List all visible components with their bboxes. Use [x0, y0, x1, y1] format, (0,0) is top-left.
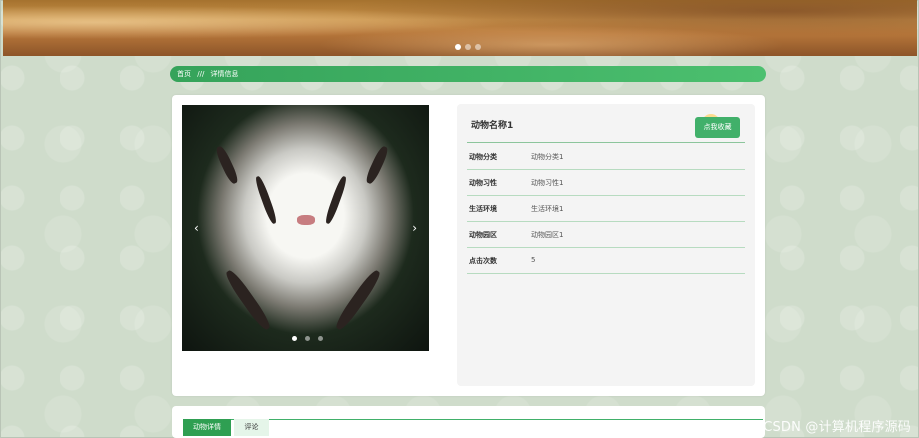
field-label: 点击次数 — [469, 257, 497, 265]
image-dot-2[interactable] — [305, 336, 311, 341]
field-label: 动物园区 — [469, 231, 497, 239]
info-row-category: 动物分类 动物分类1 — [467, 143, 745, 170]
image-dot-3[interactable] — [318, 336, 324, 341]
breadcrumb: 首页 /// 详情信息 — [170, 66, 766, 82]
animal-image-carousel[interactable]: ‹ › — [182, 105, 429, 351]
field-label: 生活环境 — [469, 205, 497, 213]
banner-carousel[interactable] — [3, 0, 917, 56]
field-value: 动物分类1 — [531, 153, 564, 161]
tab-animal-detail[interactable]: 动物详情 — [183, 419, 231, 436]
image-slider-dots — [292, 326, 326, 345]
info-row-habit: 动物习性 动物习性1 — [467, 169, 745, 196]
field-label: 动物分类 — [469, 153, 497, 161]
tabs-card: 动物详情 评论 — [172, 406, 765, 438]
image-next-arrow-icon[interactable]: › — [412, 221, 417, 235]
field-value: 动物习性1 — [531, 179, 564, 187]
animal-name-title: 动物名称1 — [471, 121, 514, 131]
field-value: 动物园区1 — [531, 231, 564, 239]
favorite-button[interactable]: 点我收藏 — [695, 117, 740, 138]
breadcrumb-home-link[interactable]: 首页 — [177, 70, 191, 78]
image-dot-1[interactable] — [292, 336, 297, 341]
detail-card: ‹ › 动物名称1 点我收藏 动物分类 动物分类1 动物习性 动物习性1 生活环… — [172, 95, 765, 396]
watermark-text: CSDN @计算机程序源码 — [763, 420, 911, 435]
tab-comments[interactable]: 评论 — [234, 419, 269, 436]
animal-info-panel: 动物名称1 点我收藏 动物分类 动物分类1 动物习性 动物习性1 生活环境 生活… — [457, 104, 755, 386]
banner-dot-2[interactable] — [465, 44, 471, 50]
banner-dot-1[interactable] — [455, 44, 461, 50]
info-row-zone: 动物园区 动物园区1 — [467, 221, 745, 248]
field-value: 5 — [531, 256, 536, 264]
banner-dot-3[interactable] — [475, 44, 481, 50]
tabs-underline — [183, 419, 763, 420]
breadcrumb-current: 详情信息 — [210, 70, 239, 78]
field-label: 动物习性 — [469, 179, 497, 187]
info-row-environment: 生活环境 生活环境1 — [467, 195, 745, 222]
info-row-clicks: 点击次数 5 — [467, 247, 745, 274]
field-value: 生活环境1 — [531, 205, 564, 213]
breadcrumb-separator: /// — [197, 70, 205, 78]
image-prev-arrow-icon[interactable]: ‹ — [194, 221, 199, 235]
